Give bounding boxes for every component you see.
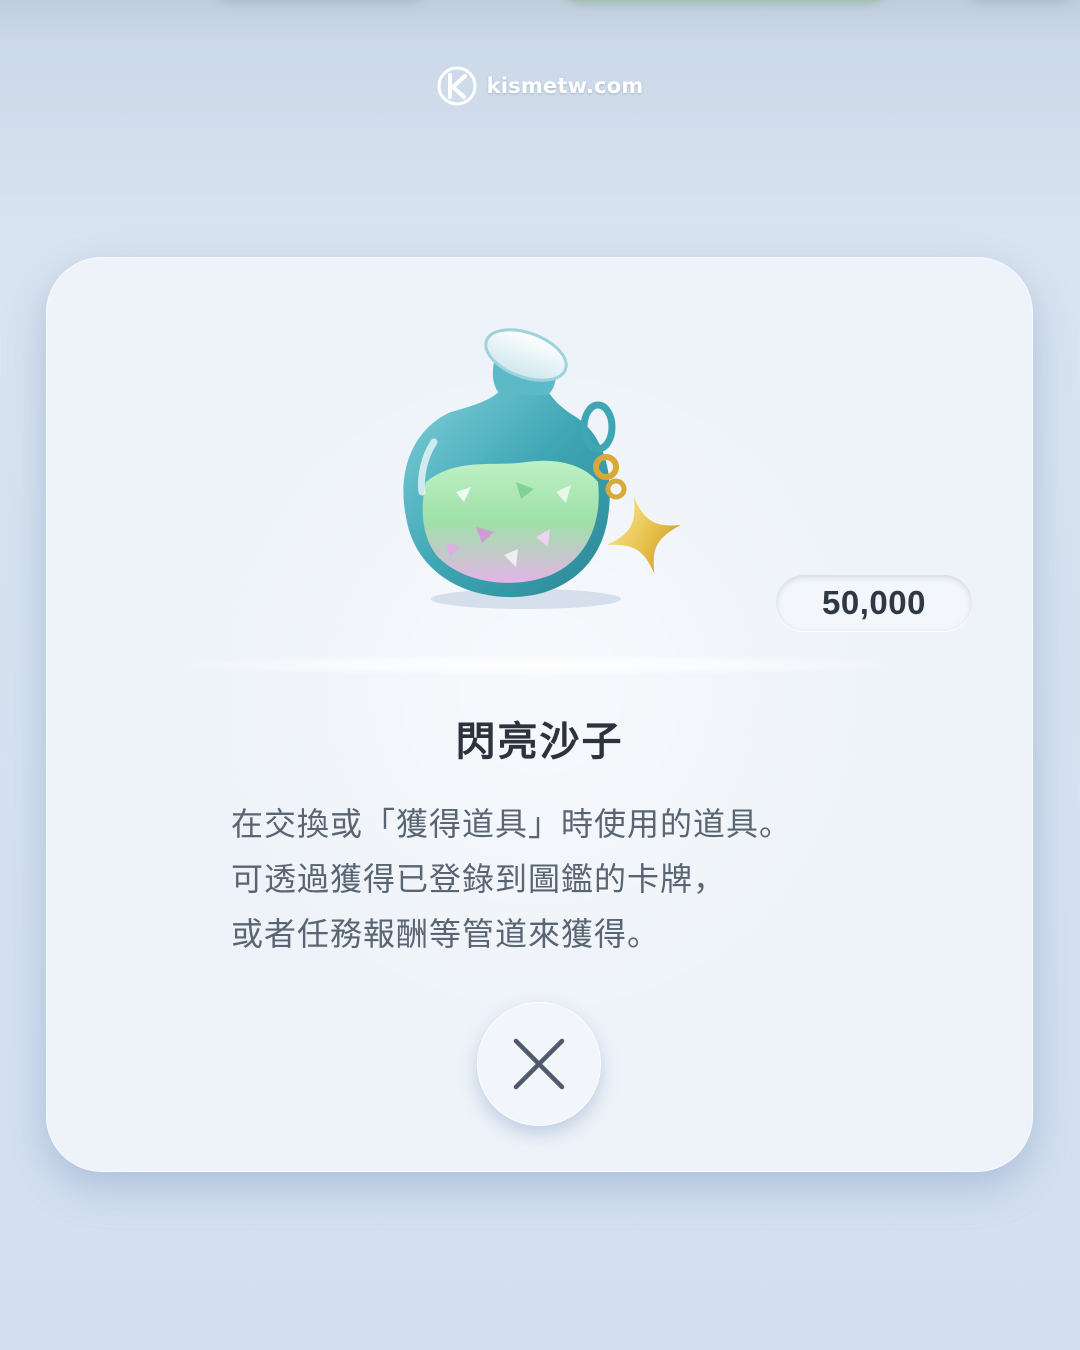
watermark: kismetw.com [0,66,1080,106]
item-title: 閃亮沙子 [455,719,624,765]
background-blur-shape [560,0,890,4]
background-blur-strip [0,0,1080,40]
divider [186,655,886,675]
background-blur-shape [960,0,1080,4]
watermark-text: kismetw.com [486,74,644,98]
item-amount-value: 50,000 [822,584,926,621]
close-icon [513,1038,565,1090]
item-description-line: 或者任務報酬等管道來獲得。 [231,915,661,953]
item-detail-modal: 50,000 閃亮沙子 在交換或「獲得道具」時使用的道具。 可透過獲得已登錄到圖… [46,257,1033,1172]
item-description: 在交換或「獲得道具」時使用的道具。 可透過獲得已登錄到圖鑑的卡牌， 或者任務報酬… [231,797,911,962]
item-amount-badge: 50,000 [776,575,972,631]
kismet-logo-icon [437,66,477,106]
item-description-line: 可透過獲得已登錄到圖鑑的卡牌， [231,860,727,898]
close-button[interactable] [477,1002,601,1126]
item-description-line: 在交換或「獲得道具」時使用的道具。 [231,805,793,843]
shiny-sand-bottle-icon [403,328,681,609]
background-blur-shape [210,0,430,4]
